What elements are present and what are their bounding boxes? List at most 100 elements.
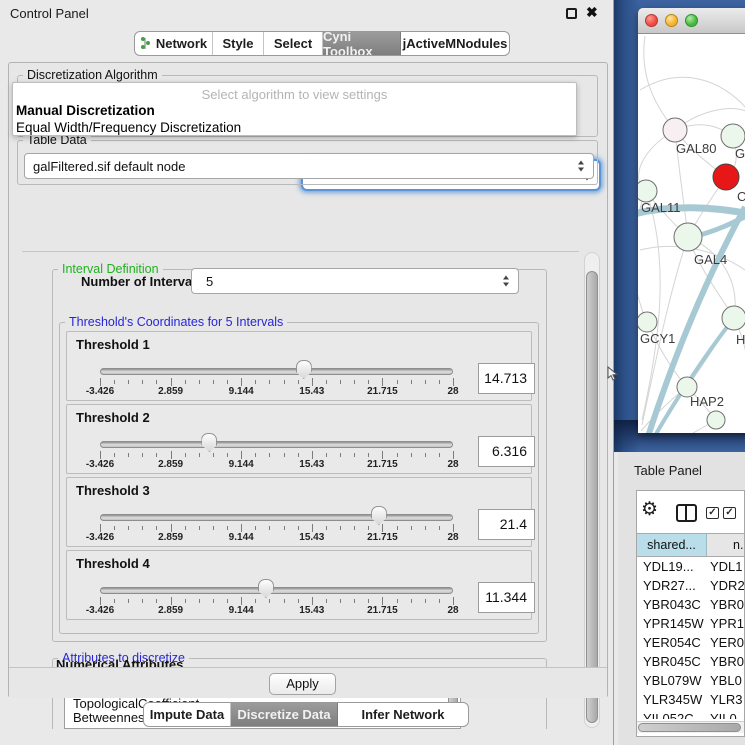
table-horizontal-scrollbar[interactable] (637, 721, 744, 733)
tab-label: Infer Network (361, 707, 444, 722)
tick-mark (284, 599, 285, 603)
node-gal80[interactable] (663, 118, 687, 142)
tab-cyni-toolbox[interactable]: Cyni Toolbox (323, 32, 401, 55)
traffic-light-green[interactable] (685, 14, 698, 27)
tab-label: Style (222, 36, 253, 51)
slider-thumb[interactable] (296, 360, 312, 379)
tab-label: Cyni Toolbox (323, 31, 400, 56)
dropdown-option-equal-width-frequency[interactable]: Equal Width/Frequency Discretization (16, 120, 241, 135)
tab-discretize-data[interactable]: Discretize Data (231, 703, 338, 726)
table-row[interactable]: YLR345WYLR3 (637, 690, 744, 709)
tick-mark (255, 599, 256, 603)
settings-scrollbar[interactable] (584, 252, 600, 728)
table-row[interactable]: YBR045CYBR0 (637, 652, 744, 671)
table-row[interactable]: YER054CYER0 (637, 633, 744, 652)
tab-jactivemnodules[interactable]: jActiveMNodules (401, 32, 509, 55)
network-canvas[interactable]: GAL80 GA C GAL11 GAL4 GCY1 H HAP2 (638, 34, 745, 433)
screen: Control Panel ✖ NetworkStyleSelectCyni T… (0, 0, 745, 745)
tick-label: 21.715 (352, 532, 412, 543)
tick-mark (397, 453, 398, 457)
checkbox-checked-icon[interactable]: ✓ (706, 507, 719, 519)
table-row[interactable]: YDR27...YDR2 (637, 576, 744, 595)
close-icon[interactable]: ✖ (586, 4, 598, 21)
tick-mark (114, 380, 115, 384)
table-cell: YPR145W (637, 614, 707, 633)
tick-mark (171, 597, 172, 605)
column-header-name[interactable]: n... (707, 534, 744, 556)
traffic-light-red[interactable] (645, 14, 658, 27)
slider-track[interactable] (100, 514, 453, 521)
float-window-icon[interactable] (566, 8, 577, 19)
scrollbar-thumb[interactable] (586, 271, 598, 723)
algorithm-section-title: Discretization Algorithm (23, 68, 162, 82)
thresholds-section-title: Threshold's Coordinates for 5 Intervals (65, 315, 287, 329)
number-of-intervals-combobox[interactable]: 5 (191, 268, 519, 294)
column-header-shared-name[interactable]: shared... (637, 534, 707, 556)
network-window-titlebar (638, 8, 745, 34)
tab-select[interactable]: Select (264, 32, 323, 55)
tick-mark (199, 526, 200, 530)
tab-label: Impute Data (150, 707, 224, 722)
tick-mark (227, 380, 228, 384)
table-cell: YIL052C (637, 709, 707, 719)
table-row[interactable]: YIL052CYIL0 (637, 709, 744, 719)
tick-label: -3.426 (70, 459, 130, 470)
tick-label: 21.715 (352, 459, 412, 470)
tab-network[interactable]: Network (135, 32, 213, 55)
node-h[interactable] (722, 306, 745, 330)
table-row[interactable]: YBR043CYBR0 (637, 595, 744, 614)
table-row[interactable]: YDL19...YDL1 (637, 557, 744, 576)
threshold-value-field[interactable]: 14.713 (478, 363, 535, 394)
slider-track[interactable] (100, 441, 453, 448)
apply-button[interactable]: Apply (269, 673, 336, 695)
scrollbar-thumb[interactable] (638, 723, 741, 732)
tick-mark (171, 524, 172, 532)
slider-track[interactable] (100, 587, 453, 594)
tick-mark (156, 453, 157, 457)
tick-mark (439, 526, 440, 530)
slider-track[interactable] (100, 368, 453, 375)
tab-label: Discretize Data (237, 707, 330, 722)
node-gal11[interactable] (638, 180, 657, 202)
checkbox-checked-icon[interactable]: ✓ (723, 507, 736, 519)
tab-label: jActiveMNodules (403, 36, 508, 51)
stepper-arrows-icon (578, 161, 585, 172)
tick-mark (128, 599, 129, 603)
network-nodes[interactable] (638, 118, 745, 429)
table-row[interactable]: YBL079WYBL0 (637, 671, 744, 690)
tick-mark (241, 378, 242, 386)
columns-icon[interactable] (676, 504, 697, 522)
gear-icon[interactable]: ⚙ (641, 498, 658, 521)
node-label: GAL80 (676, 141, 716, 156)
tick-mark (199, 380, 200, 384)
node-label: C (737, 189, 745, 204)
tick-mark (100, 524, 101, 532)
table-data-combobox[interactable]: galFiltered.sif default node (24, 153, 594, 179)
tick-mark (354, 453, 355, 457)
node-selected-red[interactable] (713, 164, 739, 190)
table-toolbar: ⚙ ✓ ✓ (637, 491, 744, 533)
threshold-label: Threshold 3 (76, 483, 150, 498)
dropdown-option-manual-discretization[interactable]: Manual Discretization (16, 103, 155, 118)
threshold-value-field[interactable]: 11.344 (478, 582, 535, 613)
tab-style[interactable]: Style (213, 32, 264, 55)
tick-label: 2.859 (141, 532, 201, 543)
traffic-light-yellow[interactable] (665, 14, 678, 27)
tick-mark (199, 453, 200, 457)
tick-mark (340, 453, 341, 457)
slider-thumb[interactable] (371, 506, 387, 525)
node-gal4[interactable] (674, 223, 702, 251)
tick-mark (425, 380, 426, 384)
node-ga[interactable] (721, 124, 745, 148)
slider-thumb[interactable] (258, 579, 274, 598)
node-gcy1[interactable] (638, 312, 657, 332)
tick-mark (340, 380, 341, 384)
tab-infer-network[interactable]: Infer Network (338, 703, 468, 726)
threshold-value-field[interactable]: 6.316 (478, 436, 535, 467)
table-row[interactable]: YPR145WYPR1 (637, 614, 744, 633)
tick-mark (397, 380, 398, 384)
threshold-value-field[interactable]: 21.4 (478, 509, 535, 540)
slider-thumb[interactable] (201, 433, 217, 452)
node-bottom[interactable] (707, 411, 725, 429)
tab-impute-data[interactable]: Impute Data (144, 703, 231, 726)
